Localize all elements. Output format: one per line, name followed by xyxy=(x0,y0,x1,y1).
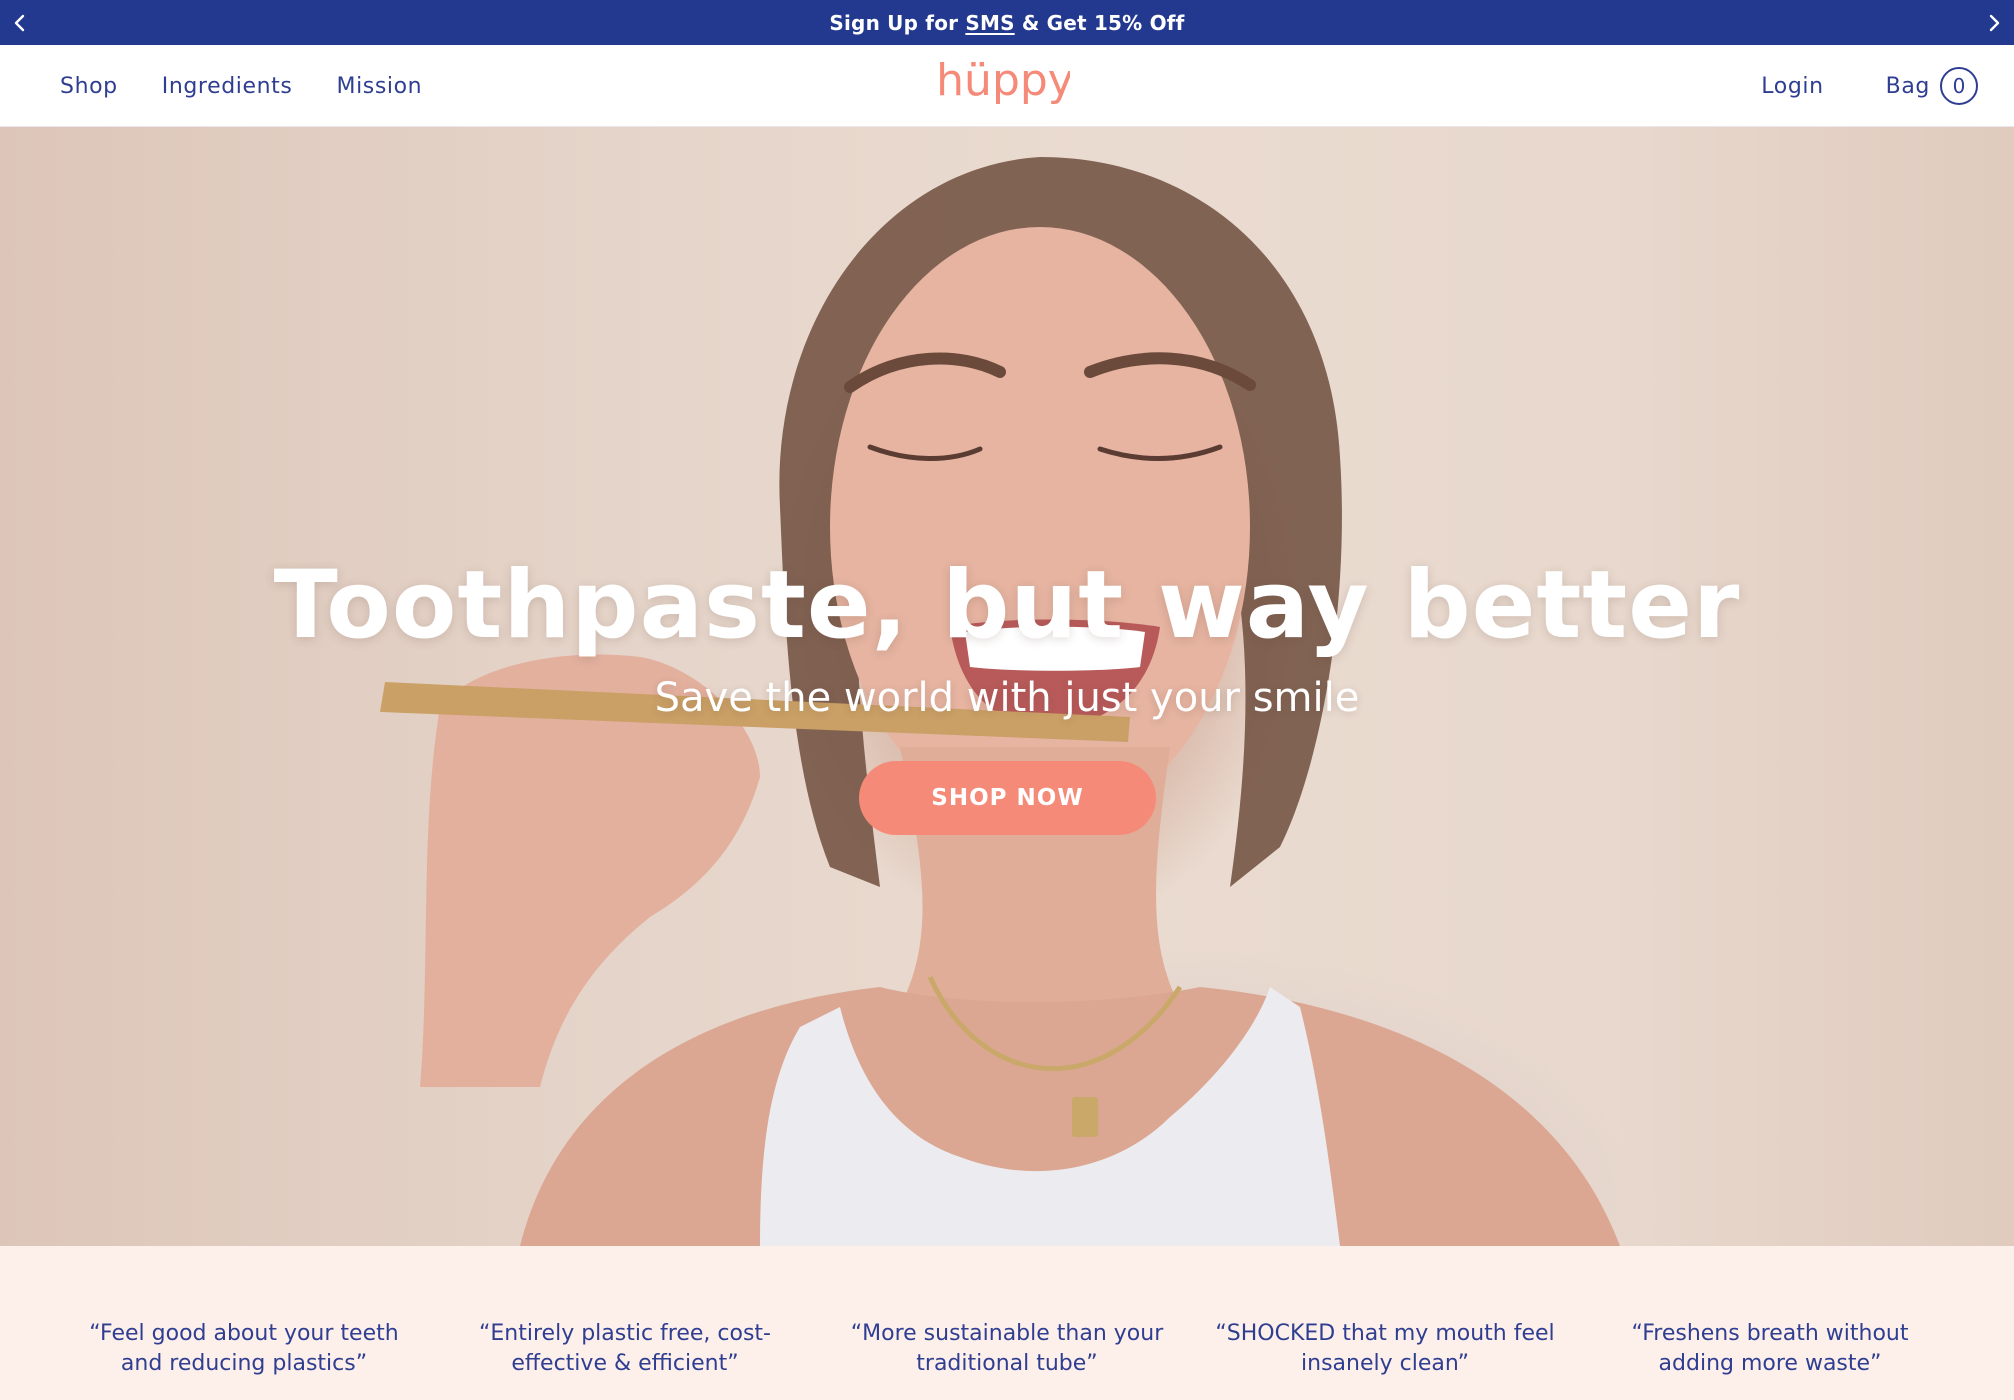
account-nav: Login Bag 0 xyxy=(1761,45,1978,127)
hero-title: Toothpaste, but way better xyxy=(273,551,1741,660)
logo-wordmark: hüppy xyxy=(940,57,1070,106)
primary-nav: Shop Ingredients Mission xyxy=(60,45,422,127)
chevron-left-icon[interactable] xyxy=(0,0,40,45)
bag-label: Bag xyxy=(1885,73,1930,99)
hero-content: Toothpaste, but way better Save the worl… xyxy=(0,127,2014,1246)
site-header: Shop Ingredients Mission hüppy Login Bag… xyxy=(0,45,2014,127)
testimonial-quote: “Entirely plastic free, cost-effective &… xyxy=(479,1321,771,1376)
testimonial-quote: “More sustainable than your traditional … xyxy=(850,1321,1164,1376)
bag-button[interactable]: Bag 0 xyxy=(1886,67,1978,105)
announcement-prefix: Sign Up for xyxy=(829,10,966,35)
bag-count-badge: 0 xyxy=(1940,67,1978,105)
sms-link[interactable]: SMS xyxy=(965,11,1014,35)
announcement-text: Sign Up for SMS & Get 15% Off xyxy=(829,11,1184,35)
huppy-logo[interactable]: hüppy xyxy=(940,57,1070,115)
nav-mission[interactable]: Mission xyxy=(336,74,422,99)
testimonial-quote: “Feel good about your teeth and reducing… xyxy=(89,1321,399,1376)
testimonials-strip: “Feel good about your teeth and reducing… xyxy=(0,1246,2014,1400)
nav-ingredients[interactable]: Ingredients xyxy=(162,74,293,99)
testimonial-quote: “SHOCKED that my mouth feel insanely cle… xyxy=(1215,1321,1555,1376)
hero-section: Toothpaste, but way better Save the worl… xyxy=(0,127,2014,1246)
nav-shop[interactable]: Shop xyxy=(60,74,118,99)
shop-now-button[interactable]: SHOP NOW xyxy=(859,761,1156,835)
announcement-bar: Sign Up for SMS & Get 15% Off xyxy=(0,0,2014,45)
hero-subtitle: Save the world with just your smile xyxy=(654,675,1360,721)
testimonial-quote: “Freshens breath without adding more was… xyxy=(1631,1321,1909,1376)
announcement-suffix: & Get 15% Off xyxy=(1014,10,1185,35)
login-link[interactable]: Login xyxy=(1761,74,1823,99)
chevron-right-icon[interactable] xyxy=(1974,0,2014,45)
